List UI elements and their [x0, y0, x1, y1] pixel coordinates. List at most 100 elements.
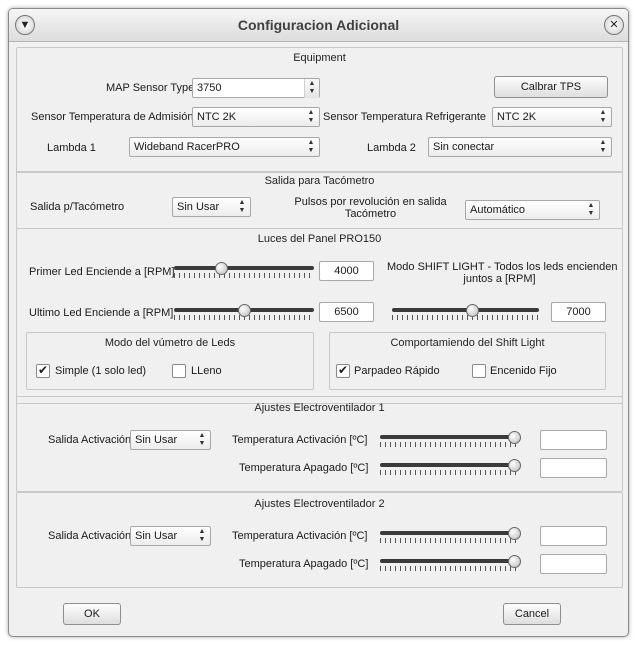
- shift-behavior-group: Comportamiendo del Shift Light ✔ Parpade…: [329, 332, 606, 390]
- tach-pulses-value: Automático: [470, 204, 526, 216]
- window-title: Configuracion Adicional: [237, 17, 400, 33]
- lambda1-select[interactable]: Wideband RacerPRO ▲ ▼: [129, 137, 320, 157]
- last-led-slider[interactable]: [174, 304, 314, 320]
- tach-output-select[interactable]: Sin Usar ▲ ▼: [172, 197, 251, 217]
- shift-light-input[interactable]: 7000: [551, 302, 606, 322]
- panel-lights-group: Luces del Panel PRO150 Primer Led Encien…: [16, 228, 623, 404]
- panel-lights-title: Luces del Panel PRO150: [257, 233, 382, 245]
- temp-admission-label: Sensor Temperatura de Admisión: [31, 111, 194, 123]
- combo-arrows-icon: ▲ ▼: [599, 139, 607, 154]
- vumeter-simple-label: Simple (1 solo led): [55, 365, 147, 377]
- tach-pulses-label-line2: Tacómetro: [344, 208, 397, 220]
- ok-button[interactable]: OK: [63, 603, 121, 625]
- slider-ticks: [380, 538, 520, 543]
- slider-ticks: [380, 470, 520, 475]
- fan1-activation-label: Temperatura Activación [ºC]: [232, 434, 368, 446]
- fan1-output-select[interactable]: Sin Usar ▲ ▼: [130, 430, 211, 450]
- slider-handle[interactable]: [508, 527, 521, 540]
- last-led-input[interactable]: 6500: [319, 302, 374, 322]
- equipment-title: Equipment: [293, 52, 346, 64]
- dialog-window: ▼ Configuracion Adicional ✕ Equipment MA…: [8, 8, 629, 637]
- fan2-output-value: Sin Usar: [135, 530, 178, 542]
- first-led-input[interactable]: 4000: [319, 261, 374, 281]
- fan2-activation-input[interactable]: [540, 526, 607, 546]
- slider-ticks: [392, 315, 539, 320]
- slider-ticks: [380, 442, 520, 447]
- combo-arrows-icon: ▲ ▼: [198, 432, 206, 447]
- fan2-off-label: Temperatura Apagado [ºC]: [239, 558, 369, 570]
- temp-admission-value: NTC 2K: [197, 111, 237, 123]
- shift-blink-label: Parpadeo Rápido: [354, 365, 440, 377]
- cancel-button[interactable]: Cancel: [503, 603, 561, 625]
- combo-arrows-icon: ▲ ▼: [238, 199, 246, 214]
- fan1-off-slider[interactable]: [380, 459, 521, 475]
- lambda2-value: Sin conectar: [433, 141, 495, 153]
- fan2-title: Ajustes Electroventilador 2: [254, 498, 385, 510]
- temp-coolant-select[interactable]: NTC 2K ▲ ▼: [492, 107, 612, 127]
- fan2-off-slider[interactable]: [380, 555, 521, 571]
- map-sensor-value: 3750: [197, 82, 222, 94]
- fan1-off-label: Temperatura Apagado [ºC]: [239, 462, 369, 474]
- fan1-output-value: Sin Usar: [135, 434, 178, 446]
- slider-handle[interactable]: [508, 431, 521, 444]
- fan2-activation-label: Temperatura Activación [ºC]: [232, 530, 368, 542]
- map-sensor-spinbox[interactable]: 3750 ▲ ▼: [192, 78, 320, 98]
- tach-title: Salida para Tacómetro: [264, 175, 375, 187]
- fan2-activation-slider[interactable]: [380, 527, 521, 543]
- fan1-activation-input[interactable]: [540, 430, 607, 450]
- spin-arrows-icon[interactable]: ▲ ▼: [304, 79, 319, 98]
- shift-light-label-line2: juntos a [RPM]: [463, 273, 536, 285]
- shift-blink-checkbox[interactable]: ✔: [336, 364, 350, 378]
- shift-light-slider[interactable]: [392, 304, 539, 320]
- calibrate-tps-button[interactable]: Calbrar TPS: [494, 76, 608, 98]
- fan1-title: Ajustes Electroventilador 1: [254, 402, 385, 414]
- title-bar: ▼ Configuracion Adicional ✕: [9, 9, 628, 42]
- fan1-group: Ajustes Electroventilador 1 Salida Activ…: [16, 396, 623, 492]
- temp-coolant-value: NTC 2K: [497, 111, 537, 123]
- tach-pulses-label-line1: Pulsos por revolución en salida: [294, 196, 447, 208]
- slider-handle[interactable]: [238, 304, 251, 317]
- last-led-label: Ultimo Led Enciende a [RPM]: [29, 307, 174, 319]
- shift-fixed-label: Encenido Fijo: [490, 365, 557, 377]
- combo-arrows-icon: ▲ ▼: [599, 109, 607, 124]
- shift-light-label-line1: Modo SHIFT LIGHT - Todos los leds encien…: [387, 261, 618, 273]
- tach-output-value: Sin Usar: [177, 201, 220, 213]
- fan2-output-label: Salida Activación: [48, 530, 132, 542]
- close-button[interactable]: ✕: [604, 15, 624, 35]
- shift-light-label: Modo SHIFT LIGHT - Todos los leds encien…: [387, 261, 618, 285]
- fan2-group: Ajustes Electroventilador 2 Salida Activ…: [16, 492, 623, 588]
- vumeter-full-label: LLeno: [191, 365, 222, 377]
- slider-groove: [380, 531, 520, 535]
- vumeter-title: Modo del vúmetro de Leds: [104, 337, 236, 349]
- fan2-off-input[interactable]: [540, 554, 607, 574]
- close-icon: ✕: [609, 19, 619, 31]
- lambda1-label: Lambda 1: [47, 142, 96, 154]
- combo-arrows-icon: ▲ ▼: [307, 139, 315, 154]
- vumeter-simple-checkbox[interactable]: ✔: [36, 364, 50, 378]
- equipment-group: Equipment MAP Sensor Type 3750 ▲ ▼ Calbra…: [16, 47, 623, 173]
- combo-arrows-icon: ▲ ▼: [587, 202, 595, 217]
- tach-pulses-label: Pulsos por revolución en salida Tacómetr…: [293, 196, 448, 220]
- slider-ticks: [380, 566, 520, 571]
- lambda2-select[interactable]: Sin conectar ▲ ▼: [428, 137, 612, 157]
- combo-arrows-icon: ▲ ▼: [307, 109, 315, 124]
- shift-behavior-title: Comportamiendo del Shift Light: [390, 337, 545, 349]
- fan1-activation-slider[interactable]: [380, 431, 521, 447]
- temp-admission-select[interactable]: NTC 2K ▲ ▼: [192, 107, 320, 127]
- combo-arrows-icon: ▲ ▼: [198, 528, 206, 543]
- tach-output-label: Salida p/Tacómetro: [30, 201, 125, 213]
- slider-handle[interactable]: [508, 459, 521, 472]
- temp-coolant-label: Sensor Temperatura Refrigerante: [323, 111, 487, 123]
- tach-pulses-select[interactable]: Automático ▲ ▼: [465, 200, 600, 220]
- tach-group: Salida para Tacómetro Salida p/Tacómetro…: [16, 171, 623, 229]
- fan1-off-input[interactable]: [540, 458, 607, 478]
- first-led-slider[interactable]: [174, 262, 314, 278]
- lambda2-label: Lambda 2: [367, 142, 416, 154]
- map-sensor-label: MAP Sensor Type: [106, 82, 195, 94]
- slider-handle[interactable]: [508, 555, 521, 568]
- vumeter-full-checkbox[interactable]: [172, 364, 186, 378]
- slider-groove: [174, 266, 314, 270]
- fan2-output-select[interactable]: Sin Usar ▲ ▼: [130, 526, 211, 546]
- slider-handle[interactable]: [214, 262, 228, 275]
- shift-fixed-checkbox[interactable]: [472, 364, 486, 378]
